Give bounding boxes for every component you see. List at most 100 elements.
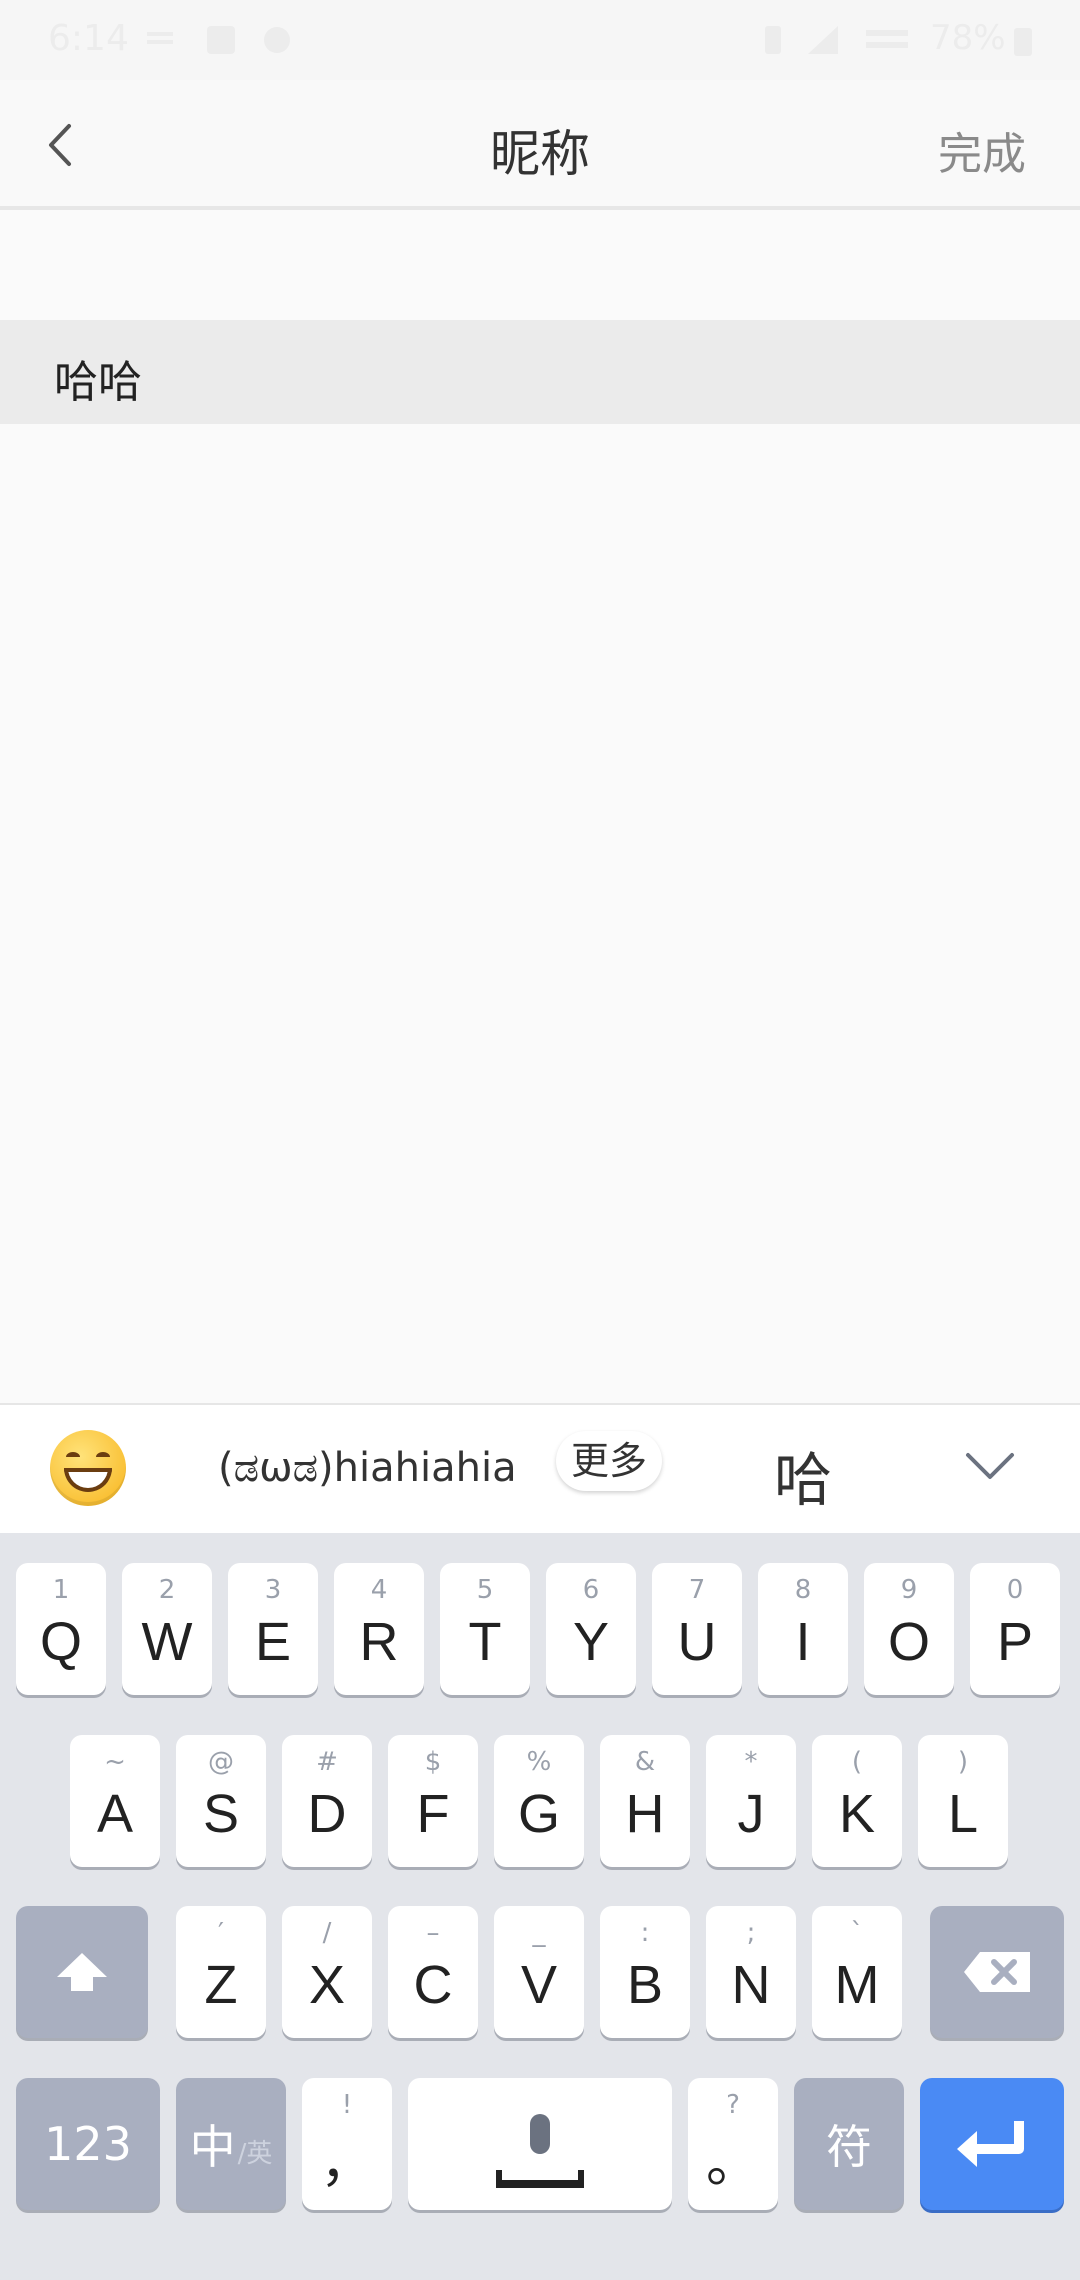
key-label: 中 (189, 2120, 236, 2174)
key-sub-label: ~ (104, 1747, 126, 1777)
candidate-item[interactable]: 哈 (774, 1433, 832, 1517)
emoji-button[interactable] (50, 1430, 126, 1506)
key-j[interactable]: * J (706, 1735, 796, 1867)
key-label: W (141, 1612, 193, 1672)
key-sub-label: ; (746, 1918, 756, 1948)
key-y[interactable]: 6Y (546, 1563, 636, 1695)
key-label: ， (320, 2132, 374, 2193)
done-button[interactable]: 完成 (938, 118, 1026, 182)
key-n[interactable]: ; N (706, 1906, 796, 2038)
backspace-key[interactable] (930, 1906, 1064, 2038)
key-w[interactable]: 2W (122, 1563, 212, 1695)
key-sub-label: @ (208, 1747, 234, 1777)
ime-candidate-bar: (ಡωಡ)hiahiahia 更多 哈 (0, 1403, 1080, 1533)
key-label: E (254, 1612, 292, 1672)
key-label: U (677, 1612, 717, 1672)
key-k[interactable]: (K (812, 1735, 902, 1867)
key-r[interactable]: 4R (334, 1563, 424, 1695)
key-b[interactable]: :B (600, 1906, 690, 2038)
key-sub-label: – (426, 1918, 440, 1948)
key-label: 符 (826, 2120, 872, 2174)
key-sub-label: $ (424, 1747, 442, 1777)
key-c[interactable]: – C (388, 1906, 478, 2038)
vibrate-icon (758, 24, 788, 60)
key-q[interactable]: 1Q (16, 1563, 106, 1695)
emoji-eye-icon (96, 1452, 110, 1462)
emoji-mouth-icon (64, 1468, 112, 1492)
key-label: R (359, 1612, 399, 1672)
key-label: P (996, 1612, 1034, 1672)
keyboard: 1Q 2W 3E 4R 5T 6Y 7U 8I 9O 0P ~ A @ S # D $… (0, 1533, 1080, 2280)
key-sub-label: * (744, 1747, 758, 1777)
key-z[interactable]: ′ Z (176, 1906, 266, 2038)
key-label: M (834, 1955, 880, 2015)
key-label: I (795, 1612, 811, 1672)
shift-key[interactable] (16, 1906, 148, 2038)
key-label: Z (204, 1955, 238, 2015)
key-sub-label: 6 (582, 1575, 600, 1605)
signal-icon (806, 24, 840, 60)
key-m[interactable]: ` M (812, 1906, 902, 2038)
key-d[interactable]: # D (282, 1735, 372, 1867)
numbers-key[interactable]: 123 (16, 2078, 160, 2210)
collapse-keyboard-button[interactable] (960, 1441, 1020, 1491)
key-e[interactable]: 3E (228, 1563, 318, 1695)
key-a[interactable]: ~ A (70, 1735, 160, 1867)
key-label: N (731, 1955, 771, 2015)
candidate-item[interactable]: (ಡωಡ)hiahiahia (218, 1445, 517, 1491)
enter-arrow-icon (957, 2121, 1024, 2167)
key-label: V (520, 1955, 558, 2015)
key-label: H (625, 1784, 665, 1844)
key-label: T (468, 1612, 502, 1672)
key-sub-label: 0 (1006, 1575, 1024, 1605)
key-x[interactable]: / X (282, 1906, 372, 2038)
key-h[interactable]: & H (600, 1735, 690, 1867)
key-label: Q (39, 1612, 82, 1672)
key-s[interactable]: @ S (176, 1735, 266, 1867)
space-key[interactable] (408, 2078, 672, 2210)
key-sub-label: 8 (794, 1575, 812, 1605)
language-switch-key[interactable]: 中/英 (176, 2078, 286, 2210)
key-sub-label: _ (532, 1918, 546, 1948)
key-o[interactable]: 9O (864, 1563, 954, 1695)
status-bar: 6:14 78% (0, 0, 1080, 80)
key-label: O (887, 1612, 930, 1672)
key-sub-label: & (634, 1747, 656, 1777)
key-sub-label: ! (341, 2090, 353, 2120)
key-label: F (416, 1784, 450, 1844)
key-label: S (202, 1784, 240, 1844)
key-g[interactable]: % G (494, 1735, 584, 1867)
key-v[interactable]: _ V (494, 1906, 584, 2038)
key-sub-label: : (640, 1918, 650, 1948)
symbols-key[interactable]: 符 (794, 2078, 904, 2210)
key-label: C (413, 1955, 453, 2015)
key-f[interactable]: $ F (388, 1735, 478, 1867)
chevron-down-icon (966, 1453, 1014, 1479)
key-label: D (307, 1784, 347, 1844)
more-candidates-button[interactable]: 更多 (556, 1431, 662, 1491)
key-sub-label: ? (726, 2090, 740, 2120)
key-sub-label: ` (850, 1918, 864, 1948)
key-p[interactable]: 0P (970, 1563, 1060, 1695)
key-sub-label: 1 (52, 1575, 70, 1605)
status-time: 6:14 (48, 18, 129, 59)
key-label: K (838, 1784, 876, 1844)
key-label: L (947, 1784, 979, 1844)
enter-key[interactable] (920, 2078, 1064, 2210)
key-label: Y (572, 1612, 610, 1672)
key-label: A (96, 1784, 134, 1844)
key-l[interactable]: ) L (918, 1735, 1008, 1867)
comma-key[interactable]: ! ， (302, 2078, 392, 2210)
key-label: 。 (706, 2132, 760, 2193)
backspace-icon (964, 1952, 1030, 1992)
key-i[interactable]: 8I (758, 1563, 848, 1695)
key-sub-label: 2 (158, 1575, 176, 1605)
nickname-input-value[interactable]: 哈哈 (54, 346, 142, 410)
key-u[interactable]: 7U (652, 1563, 742, 1695)
notification-icon (145, 24, 175, 58)
nickname-field[interactable]: 哈哈 (0, 320, 1080, 424)
battery-percent: 78% (930, 18, 1006, 58)
key-t[interactable]: 5T (440, 1563, 530, 1695)
key-label: G (517, 1784, 560, 1844)
period-key[interactable]: ? 。 (688, 2078, 778, 2210)
